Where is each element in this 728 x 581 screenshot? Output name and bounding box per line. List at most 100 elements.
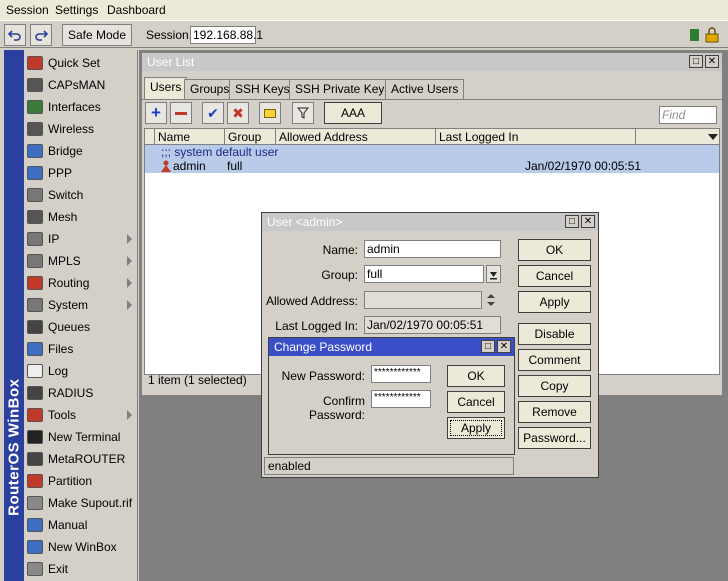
- menu-bar: Session Settings Dashboard: [0, 0, 728, 20]
- find-input[interactable]: Find: [659, 106, 717, 124]
- redo-button[interactable]: [30, 24, 52, 46]
- brand-strip: RouterOS WinBox: [4, 50, 24, 581]
- sidebar-item-label: Mesh: [48, 210, 78, 224]
- new-winbox-icon: [27, 540, 43, 554]
- new-password-input[interactable]: ************: [371, 365, 431, 383]
- sidebar-item-new-winbox[interactable]: New WinBox: [24, 536, 138, 558]
- menu-settings[interactable]: Settings: [55, 3, 98, 17]
- table-row[interactable]: ;;; system default user: [145, 145, 719, 159]
- sidebar-item-label: IP: [48, 232, 60, 246]
- group-label: Group:: [321, 268, 358, 282]
- confirm-password-input[interactable]: ************: [371, 390, 431, 408]
- exit-icon: [27, 562, 43, 576]
- table-header: Name Group Allowed Address Last Logged I…: [145, 129, 719, 145]
- sidebar-item-label: Manual: [48, 518, 88, 532]
- tab-active-users[interactable]: Active Users: [385, 79, 465, 99]
- sidebar-item-exit[interactable]: Exit: [24, 558, 138, 580]
- enable-button[interactable]: ✔: [202, 102, 224, 124]
- group-select[interactable]: full: [364, 265, 484, 283]
- tab-groups[interactable]: Groups: [184, 79, 236, 99]
- undo-button[interactable]: [4, 24, 26, 46]
- sidebar-item-ppp[interactable]: PPP: [24, 162, 138, 184]
- sidebar-item-tools[interactable]: Tools: [24, 404, 138, 426]
- allowed-address-input[interactable]: [364, 291, 482, 309]
- comment-button[interactable]: [259, 102, 281, 124]
- user-list-status: 1 item (1 selected): [148, 373, 247, 387]
- cancel-button[interactable]: Cancel: [447, 391, 505, 413]
- session-field[interactable]: 192.168.88.1: [190, 26, 263, 44]
- group-dropdown-button[interactable]: [486, 265, 501, 283]
- remove-button[interactable]: [170, 102, 192, 124]
- maximize-button[interactable]: □: [689, 55, 703, 68]
- close-button[interactable]: ✕: [705, 55, 719, 68]
- sidebar-item-switch[interactable]: Switch: [24, 184, 138, 206]
- submenu-arrow-icon: [127, 300, 132, 310]
- col-last-logged-in[interactable]: Last Logged In: [436, 129, 636, 145]
- menu-session[interactable]: Session: [6, 3, 49, 17]
- cancel-button[interactable]: Cancel: [518, 265, 591, 287]
- sidebar-item-files[interactable]: Files: [24, 338, 138, 360]
- maximize-button[interactable]: □: [481, 340, 495, 353]
- disable-button[interactable]: Disable: [518, 323, 591, 345]
- sidebar-item-metarouter[interactable]: MetaROUTER: [24, 448, 138, 470]
- add-button[interactable]: +: [145, 102, 167, 124]
- sidebar-item-routing[interactable]: Routing: [24, 272, 138, 294]
- sidebar-item-label: New WinBox: [48, 540, 117, 554]
- sidebar-item-label: Switch: [48, 188, 84, 202]
- aaa-button[interactable]: AAA: [324, 102, 382, 124]
- toolbar: Safe Mode Session: 192.168.88.1: [0, 20, 728, 48]
- comment-button[interactable]: Comment: [518, 349, 591, 371]
- tab-ssh-keys[interactable]: SSH Keys: [229, 79, 296, 99]
- sidebar-item-system[interactable]: System: [24, 294, 138, 316]
- sidebar-item-manual[interactable]: Manual: [24, 514, 138, 536]
- ppp-icon: [27, 166, 43, 180]
- undo-icon: [8, 30, 21, 41]
- column-menu-icon[interactable]: [708, 134, 718, 140]
- password-button[interactable]: Password...: [518, 427, 591, 449]
- maximize-button[interactable]: □: [565, 215, 579, 228]
- ok-button[interactable]: OK: [447, 365, 505, 387]
- sidebar-item-make-supout-rif[interactable]: Make Supout.rif: [24, 492, 138, 514]
- filter-button[interactable]: [292, 102, 314, 124]
- capsman-icon: [27, 78, 43, 92]
- user-dialog-status: enabled: [264, 457, 514, 475]
- remove-button[interactable]: Remove: [518, 401, 591, 423]
- tab-ssh-private-keys[interactable]: SSH Private Keys: [289, 79, 397, 99]
- disable-button[interactable]: ✖: [227, 102, 249, 124]
- close-button[interactable]: ✕: [581, 215, 595, 228]
- col-name[interactable]: Name: [155, 129, 225, 145]
- close-button[interactable]: ✕: [497, 340, 511, 353]
- sidebar-item-mpls[interactable]: MPLS: [24, 250, 138, 272]
- apply-button[interactable]: Apply: [518, 291, 591, 313]
- menu-dashboard[interactable]: Dashboard: [107, 3, 166, 17]
- sidebar-item-capsman[interactable]: CAPsMAN: [24, 74, 138, 96]
- sidebar-item-wireless[interactable]: Wireless: [24, 118, 138, 140]
- sidebar-item-mesh[interactable]: Mesh: [24, 206, 138, 228]
- files-icon: [27, 342, 43, 356]
- ok-button[interactable]: OK: [518, 239, 591, 261]
- col-group[interactable]: Group: [225, 129, 276, 145]
- sidebar-item-queues[interactable]: Queues: [24, 316, 138, 338]
- interfaces-icon: [27, 100, 43, 114]
- col-allowed-address[interactable]: Allowed Address: [276, 129, 436, 145]
- sidebar-item-quick-set[interactable]: Quick Set: [24, 52, 138, 74]
- sidebar-item-partition[interactable]: Partition: [24, 470, 138, 492]
- tab-users[interactable]: Users: [144, 77, 188, 99]
- sidebar-item-label: Make Supout.rif: [48, 496, 133, 510]
- sidebar-item-bridge[interactable]: Bridge: [24, 140, 138, 162]
- sidebar-item-interfaces[interactable]: Interfaces: [24, 96, 138, 118]
- sidebar-item-new-terminal[interactable]: New Terminal: [24, 426, 138, 448]
- safe-mode-button[interactable]: Safe Mode: [62, 24, 132, 46]
- sidebar-item-ip[interactable]: IP: [24, 228, 138, 250]
- copy-button[interactable]: Copy: [518, 375, 591, 397]
- sidebar-item-log[interactable]: Log: [24, 360, 138, 382]
- user-dialog-title-text: User <admin>: [267, 215, 343, 229]
- table-row[interactable]: admin full Jan/02/1970 00:05:51: [145, 159, 719, 173]
- apply-button[interactable]: Apply: [447, 417, 505, 439]
- close-icon: ✕: [583, 216, 593, 227]
- expand-icon[interactable]: [485, 291, 497, 312]
- sidebar: Quick Set CAPsMAN Interfaces Wireless Bridge…: [24, 50, 138, 581]
- name-input[interactable]: admin: [364, 240, 501, 258]
- sidebar-item-radius[interactable]: RADIUS: [24, 382, 138, 404]
- mpls-icon: [27, 254, 43, 268]
